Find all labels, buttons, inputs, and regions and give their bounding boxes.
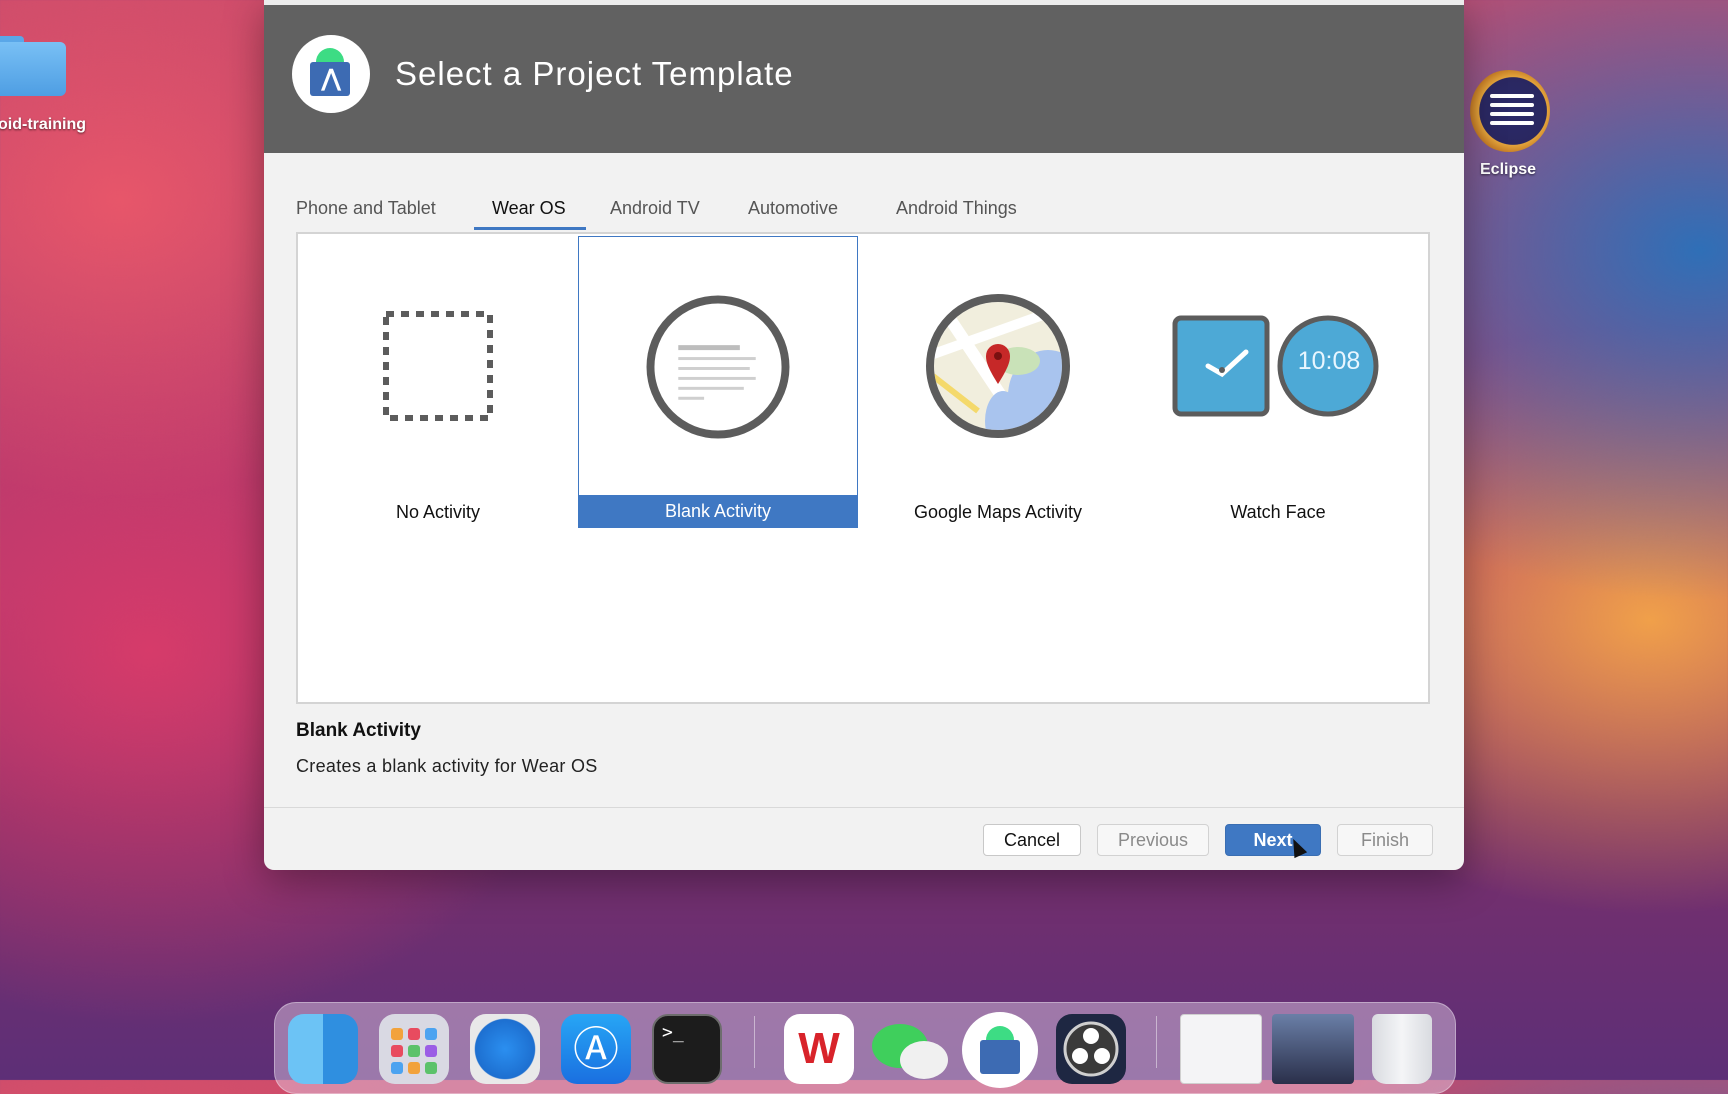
wechat-icon[interactable] (868, 1014, 948, 1084)
page-title: Select a Project Template (395, 55, 794, 92)
wps-office-icon[interactable]: W (784, 1014, 854, 1084)
dock-separator (754, 1016, 755, 1068)
new-project-dialog: ⋀ Select a Project Template Phone and Ta… (264, 0, 1464, 870)
finish-button[interactable]: Finish (1337, 824, 1433, 856)
dock-separator (1156, 1016, 1157, 1068)
obs-icon[interactable] (1056, 1014, 1126, 1084)
previous-button[interactable]: Previous (1097, 824, 1209, 856)
template-blank-activity[interactable]: Blank Activity (578, 236, 858, 528)
tab-automotive[interactable]: Automotive (730, 196, 870, 230)
template-label: Watch Face (1230, 502, 1326, 522)
map-watch-icon (926, 294, 1070, 438)
eclipse-icon[interactable] (1468, 70, 1550, 152)
android-studio-icon: ⋀ (292, 35, 370, 113)
template-no-activity[interactable]: No Activity (298, 236, 578, 528)
template-description-text: Creates a blank activity for Wear OS (296, 756, 598, 776)
empty-dashed-square-icon (383, 311, 493, 421)
template-watch-face[interactable]: 10:08 Watch Face (1138, 236, 1418, 528)
divider (264, 807, 1464, 808)
folder-icon[interactable] (0, 36, 66, 96)
tab-phone-and-tablet[interactable]: Phone and Tablet (278, 196, 464, 230)
blank-watch-icon (646, 295, 790, 439)
tab-android-things[interactable]: Android Things (878, 196, 1048, 230)
template-grid: No Activity Blank Activity Google Maps A… (296, 232, 1430, 704)
watch-face-icon (1172, 315, 1379, 417)
terminal-icon[interactable]: >_ (652, 1014, 722, 1084)
cancel-button[interactable]: Cancel (983, 824, 1081, 856)
folder-label: oid-training (0, 116, 86, 133)
tab-wear-os[interactable]: Wear OS (474, 196, 586, 230)
template-label: Blank Activity (579, 495, 857, 527)
dialog-header: ⋀ Select a Project Template (264, 5, 1464, 153)
template-google-maps-activity[interactable]: Google Maps Activity (858, 236, 1138, 528)
watch-time: 10:08 (1297, 347, 1361, 375)
eclipse-label: Eclipse (1480, 161, 1537, 178)
photos-window-icon[interactable] (1272, 1014, 1354, 1084)
trash-icon[interactable] (1372, 1014, 1432, 1084)
safari-icon[interactable] (470, 1014, 540, 1084)
launchpad-icon[interactable] (379, 1014, 449, 1084)
finder-icon[interactable] (288, 1014, 358, 1084)
app-store-icon[interactable]: Ⓐ (561, 1014, 631, 1084)
android-studio-icon[interactable] (962, 1012, 1038, 1088)
template-description-title: Blank Activity (296, 720, 421, 741)
template-label: No Activity (395, 502, 481, 522)
template-label: Google Maps Activity (913, 502, 1083, 522)
tab-android-tv[interactable]: Android TV (592, 196, 724, 230)
preview-window-icon[interactable] (1180, 1014, 1262, 1084)
